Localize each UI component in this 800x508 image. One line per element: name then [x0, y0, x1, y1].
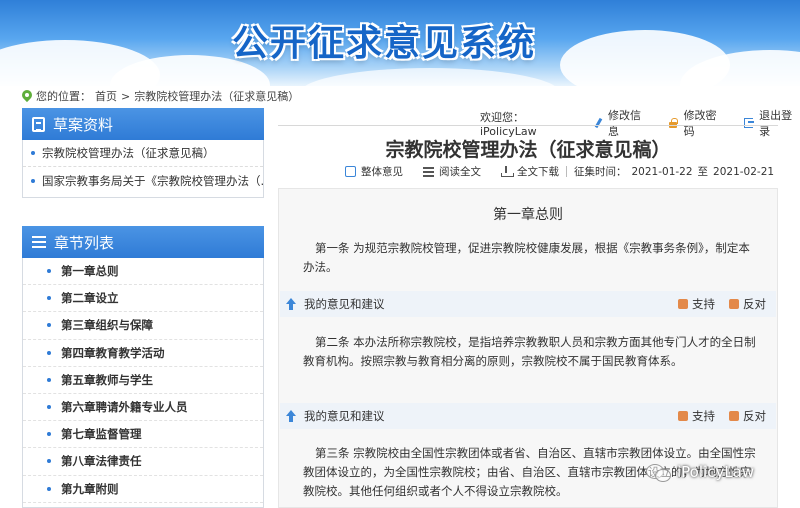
chapter-item-6[interactable]: 第六章聘请外籍专业人员 — [23, 394, 263, 422]
chapter-item-1[interactable]: 第一章总则 — [23, 258, 263, 286]
support-button[interactable]: 支持 — [678, 296, 715, 312]
chapter-item-2[interactable]: 第二章设立 — [23, 285, 263, 313]
drafts-panel-header: 草案资料 — [22, 108, 264, 140]
download-full-button[interactable]: 全文下载 — [517, 164, 559, 179]
logout-icon — [743, 118, 755, 128]
suggestion-link[interactable]: 我的意见和建议 — [304, 296, 385, 312]
period-start: 2021-01-22 — [631, 165, 693, 178]
chapter-item-3[interactable]: 第三章组织与保障 — [23, 312, 263, 340]
chapter-item-label: 第七章监督管理 — [61, 427, 142, 442]
oppose-label: 反对 — [743, 409, 766, 423]
draft-item-1[interactable]: 国家宗教事务局关于《宗教院校管理办法（... — [23, 167, 263, 194]
chapter-item-7[interactable]: 第七章监督管理 — [23, 421, 263, 449]
thumbs-down-icon — [729, 299, 739, 309]
oppose-label: 反对 — [743, 297, 766, 311]
chapter-item-5[interactable]: 第五章教师与学生 — [23, 367, 263, 394]
drafts-panel-title: 草案资料 — [53, 115, 114, 134]
read-icon — [423, 166, 434, 177]
toolbar-separator — [566, 166, 567, 177]
bullet-icon — [47, 350, 51, 355]
bullet-icon — [47, 377, 51, 382]
bullet-icon — [47, 296, 51, 301]
list-icon — [32, 236, 46, 248]
bullet-icon — [47, 323, 51, 328]
document-toolbar: 整体意见 阅读全文 全文下载 征集时间： 2021-01-22 至 2021-0… — [345, 164, 774, 179]
document-title: 宗教院校管理办法（征求意见稿） — [385, 139, 671, 161]
bullet-icon — [47, 486, 51, 491]
chapter-item-label: 第五章教师与学生 — [61, 372, 153, 387]
arrow-up-icon — [286, 410, 296, 422]
watermark-text: iPolicyLaw — [677, 463, 755, 481]
breadcrumb-separator: > — [121, 89, 131, 103]
chapter-item-4[interactable]: 第四章教育教学活动 — [23, 340, 263, 367]
chapters-panel-header: 章节列表 — [22, 226, 264, 258]
period-label: 征集时间： — [574, 166, 627, 178]
support-label: 支持 — [692, 409, 715, 423]
chapter-item-8[interactable]: 第八章法律责任 — [23, 448, 263, 476]
draft-item-label: 宗教院校管理办法（征求意见稿） — [42, 146, 215, 160]
bullet-icon — [31, 178, 35, 183]
oppose-button[interactable]: 反对 — [729, 296, 766, 312]
chapters-panel-title: 章节列表 — [54, 233, 115, 252]
chapter-title: 第一章总则 — [493, 207, 563, 223]
document-icon — [32, 116, 45, 132]
breadcrumb: 您的位置： 首页 > 宗教院校管理办法（征求意见稿） — [22, 89, 299, 103]
bullet-icon — [31, 151, 35, 155]
suggestion-bar-2: 我的意见和建议 支持 反对 — [280, 403, 776, 429]
chapter-item-label: 第四章教育教学活动 — [61, 345, 165, 360]
arrow-up-icon — [286, 298, 296, 310]
opinion-icon — [345, 166, 356, 177]
chapter-item-label: 第二章设立 — [61, 291, 119, 306]
chapters-list: 第一章总则 第二章设立 第三章组织与保障 第四章教育教学活动 第五章教师与学生 … — [22, 258, 264, 508]
watermark: iPolicyLaw — [646, 462, 754, 482]
download-icon — [501, 166, 514, 177]
drafts-list: 宗教院校管理办法（征求意见稿） 国家宗教事务局关于《宗教院校管理办法（... — [22, 140, 264, 198]
breadcrumb-label: 您的位置： — [36, 90, 91, 103]
breadcrumb-current: 宗教院校管理办法（征求意见稿） — [134, 90, 300, 103]
banner-title: 公开征求意见系统 — [232, 23, 537, 64]
bullet-icon — [47, 432, 51, 437]
period-to: 至 — [697, 166, 709, 178]
location-pin-icon — [22, 90, 32, 102]
suggestion-link[interactable]: 我的意见和建议 — [304, 408, 385, 424]
support-button[interactable]: 支持 — [678, 408, 715, 424]
chapter-item-label: 第九章附则 — [61, 481, 119, 496]
draft-item-0[interactable]: 宗教院校管理办法（征求意见稿） — [23, 140, 263, 167]
breadcrumb-home-link[interactable]: 首页 — [95, 88, 117, 104]
read-full-button[interactable]: 阅读全文 — [439, 164, 481, 179]
lock-icon — [668, 118, 679, 128]
chapter-item-label: 第八章法律责任 — [61, 454, 142, 469]
chapter-item-label: 第六章聘请外籍专业人员 — [61, 400, 188, 415]
oppose-button[interactable]: 反对 — [729, 408, 766, 424]
chapter-item-label: 第一章总则 — [61, 264, 119, 279]
bullet-icon — [47, 405, 51, 410]
article-2: 第二条 本办法所称宗教院校，是指培养宗教教职人员和宗教方面其他专门人才的全日制教… — [303, 335, 756, 368]
divider — [278, 125, 778, 126]
period-end: 2021-02-21 — [713, 165, 775, 178]
thumbs-down-icon — [729, 411, 739, 421]
site-banner: 公开征求意见系统 — [0, 0, 800, 86]
thumbs-up-icon — [678, 411, 688, 421]
bullet-icon — [47, 459, 51, 464]
suggestion-bar-1: 我的意见和建议 支持 反对 — [280, 291, 776, 317]
overall-opinion-button[interactable]: 整体意见 — [361, 164, 403, 179]
article-1: 第一条 为规范宗教院校管理，促进宗教院校健康发展，根据《宗教事务条例》，制定本办… — [303, 241, 750, 274]
edit-icon — [593, 118, 602, 128]
chapter-item-label: 第三章组织与保障 — [61, 318, 153, 333]
draft-item-label: 国家宗教事务局关于《宗教院校管理办法（... — [42, 173, 263, 188]
support-label: 支持 — [692, 297, 715, 311]
wechat-icon — [646, 462, 672, 482]
thumbs-up-icon — [678, 299, 688, 309]
bullet-icon — [47, 269, 51, 274]
welcome-text: 欢迎您：iPolicyLaw — [480, 110, 537, 138]
chapter-item-9[interactable]: 第九章附则 — [23, 476, 263, 503]
